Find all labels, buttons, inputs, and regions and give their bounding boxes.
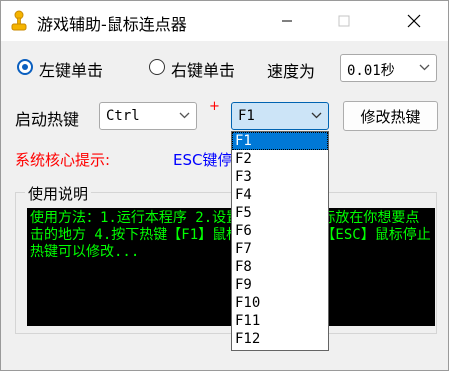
- dropdown-option[interactable]: F4: [232, 186, 328, 204]
- chevron-down-icon: [311, 112, 322, 119]
- app-window: 游戏辅助-鼠标连点器 左键单击 右键单击 速度为 0.01秒 启动热键 Ctrl…: [0, 0, 449, 371]
- dropdown-option[interactable]: F11: [232, 312, 328, 330]
- speed-value: 0.01秒: [347, 63, 395, 79]
- hotkey-dropdown-list[interactable]: F1 F2 F3 F4 F5 F6 F7 F8 F9 F10 F11 F12: [231, 131, 329, 351]
- left-click-radio[interactable]: [17, 59, 33, 75]
- hotkey-key-select[interactable]: F1: [231, 102, 329, 130]
- chevron-down-icon: [419, 64, 430, 71]
- dropdown-option[interactable]: F12: [232, 330, 328, 348]
- close-button[interactable]: [391, 1, 437, 41]
- minimize-button[interactable]: [264, 1, 310, 41]
- hotkey-modifier-value: Ctrl: [106, 108, 140, 124]
- close-icon: [407, 14, 421, 28]
- modify-hotkey-button[interactable]: 修改热键: [343, 101, 438, 131]
- left-click-label[interactable]: 左键单击: [39, 57, 103, 81]
- hotkey-modifier-select[interactable]: Ctrl: [99, 102, 197, 130]
- status-bar: [1, 346, 448, 370]
- dropdown-option[interactable]: F7: [232, 240, 328, 258]
- plus-sign: +: [209, 99, 220, 114]
- hint-label: 系统核心提示:: [15, 151, 111, 169]
- speed-select[interactable]: 0.01秒: [340, 54, 437, 82]
- dropdown-option[interactable]: F10: [232, 294, 328, 312]
- maximize-button[interactable]: [321, 1, 367, 41]
- joystick-icon: [9, 10, 29, 32]
- chevron-down-icon: [179, 112, 190, 119]
- window-title: 游戏辅助-鼠标连点器: [37, 15, 187, 34]
- minimize-icon: [282, 20, 292, 22]
- maximize-icon: [338, 15, 350, 27]
- dropdown-option[interactable]: F1: [232, 132, 328, 150]
- dropdown-option[interactable]: F8: [232, 258, 328, 276]
- right-click-label[interactable]: 右键单击: [171, 57, 235, 81]
- speed-label: 速度为: [267, 62, 316, 81]
- dropdown-option[interactable]: F2: [232, 150, 328, 168]
- right-click-radio[interactable]: [149, 59, 165, 75]
- dropdown-option[interactable]: F5: [232, 204, 328, 222]
- title-bar: 游戏辅助-鼠标连点器: [1, 1, 448, 41]
- hint-text: ESC键停: [173, 151, 233, 169]
- hotkey-label: 启动热键: [15, 110, 80, 129]
- dropdown-option[interactable]: F3: [232, 168, 328, 186]
- dropdown-option[interactable]: F6: [232, 222, 328, 240]
- instructions-title: 使用说明: [25, 183, 92, 204]
- hotkey-key-value: F1: [238, 108, 255, 124]
- dropdown-option[interactable]: F9: [232, 276, 328, 294]
